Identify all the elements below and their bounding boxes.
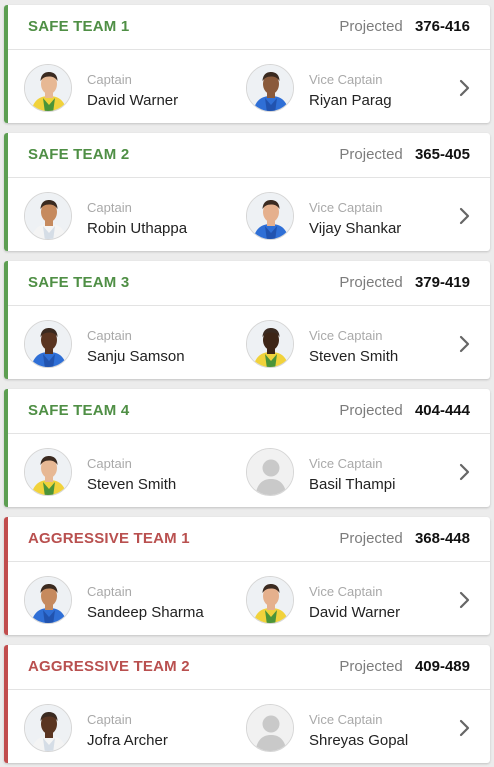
vice-captain-role-label: Vice Captain [309,200,383,215]
captain-avatar [24,704,72,752]
projected-score: Projected 376-416 [339,18,470,35]
projected-range: 376-416 [414,18,470,35]
captain-name: Steven Smith [87,476,177,493]
team-card-body: Captain Steven Smith Vice Captain Basil … [8,434,490,507]
team-list: SAFE TEAM 1 Projected 376-416 Captain Da… [0,0,494,767]
team-card[interactable]: AGGRESSIVE TEAM 2 Projected 409-489 Capt… [4,645,490,763]
chevron-right-icon[interactable] [458,718,472,738]
team-card[interactable]: SAFE TEAM 1 Projected 376-416 Captain Da… [4,5,490,123]
projected-label: Projected [339,274,403,291]
team-card-header: SAFE TEAM 3 Projected 379-419 [8,261,490,306]
vice-captain-avatar [246,704,294,752]
captain-avatar [24,448,72,496]
projected-score: Projected 379-419 [339,274,470,291]
projected-range: 379-419 [414,274,470,291]
team-name: AGGRESSIVE TEAM 2 [28,658,190,675]
team-name: SAFE TEAM 3 [28,274,130,291]
team-card-body: Captain David Warner Vice Captain Riyan … [8,50,490,123]
projected-label: Projected [339,146,403,163]
team-name: AGGRESSIVE TEAM 1 [28,530,190,547]
projected-range: 365-405 [414,146,470,163]
captain-role-label: Captain [87,200,132,215]
captain-avatar [24,576,72,624]
vice-captain-avatar [246,320,294,368]
team-card-body: Captain Robin Uthappa Vice Captain Vijay… [8,178,490,251]
team-name: SAFE TEAM 1 [28,18,130,35]
team-card-header: SAFE TEAM 1 Projected 376-416 [8,5,490,50]
captain-avatar [24,192,72,240]
projected-score: Projected 409-489 [339,658,470,675]
captain-avatar [24,64,72,112]
vice-captain-avatar [246,64,294,112]
team-card[interactable]: SAFE TEAM 4 Projected 404-444 Captain St… [4,389,490,507]
projected-label: Projected [339,658,403,675]
vice-captain-role-label: Vice Captain [309,72,383,87]
captain-name: Sanju Samson [87,348,185,365]
team-card-body: Captain Sandeep Sharma Vice Captain Davi… [8,562,490,635]
vice-captain-role-label: Vice Captain [309,712,383,727]
team-name: SAFE TEAM 4 [28,402,130,419]
chevron-right-icon[interactable] [458,334,472,354]
captain-name: Sandeep Sharma [87,604,204,621]
team-name: SAFE TEAM 2 [28,146,130,163]
team-card-body: Captain Jofra Archer Vice Captain Shreya… [8,690,490,763]
projected-score: Projected 404-444 [339,402,470,419]
captain-role-label: Captain [87,584,132,599]
captain-avatar [24,320,72,368]
vice-captain-role-label: Vice Captain [309,584,383,599]
captain-name: David Warner [87,92,179,109]
vice-captain-name: Shreyas Gopal [309,732,409,749]
vice-captain-name: Basil Thampi [309,476,396,493]
chevron-right-icon[interactable] [458,590,472,610]
captain-role-label: Captain [87,72,132,87]
projected-range: 409-489 [414,658,470,675]
chevron-right-icon[interactable] [458,462,472,482]
team-card-header: AGGRESSIVE TEAM 2 Projected 409-489 [8,645,490,690]
team-card[interactable]: SAFE TEAM 2 Projected 365-405 Captain Ro… [4,133,490,251]
vice-captain-role-label: Vice Captain [309,456,383,471]
team-card-header: AGGRESSIVE TEAM 1 Projected 368-448 [8,517,490,562]
vice-captain-avatar [246,192,294,240]
vice-captain-name: Steven Smith [309,348,399,365]
team-card-body: Captain Sanju Samson Vice Captain Steven… [8,306,490,379]
vice-captain-name: Vijay Shankar [309,220,402,237]
chevron-right-icon[interactable] [458,78,472,98]
projected-range: 404-444 [414,402,470,419]
vice-captain-name: Riyan Parag [309,92,392,109]
team-card[interactable]: SAFE TEAM 3 Projected 379-419 Captain Sa… [4,261,490,379]
projected-score: Projected 368-448 [339,530,470,547]
projected-score: Projected 365-405 [339,146,470,163]
projected-range: 368-448 [414,530,470,547]
chevron-right-icon[interactable] [458,206,472,226]
vice-captain-name: David Warner [309,604,401,621]
projected-label: Projected [339,530,403,547]
team-card-header: SAFE TEAM 2 Projected 365-405 [8,133,490,178]
vice-captain-role-label: Vice Captain [309,328,383,343]
vice-captain-avatar [246,576,294,624]
team-card[interactable]: AGGRESSIVE TEAM 1 Projected 368-448 Capt… [4,517,490,635]
captain-role-label: Captain [87,712,132,727]
captain-name: Jofra Archer [87,732,168,749]
projected-label: Projected [339,402,403,419]
projected-label: Projected [339,18,403,35]
captain-role-label: Captain [87,328,132,343]
vice-captain-avatar [246,448,294,496]
captain-name: Robin Uthappa [87,220,188,237]
team-card-header: SAFE TEAM 4 Projected 404-444 [8,389,490,434]
captain-role-label: Captain [87,456,132,471]
